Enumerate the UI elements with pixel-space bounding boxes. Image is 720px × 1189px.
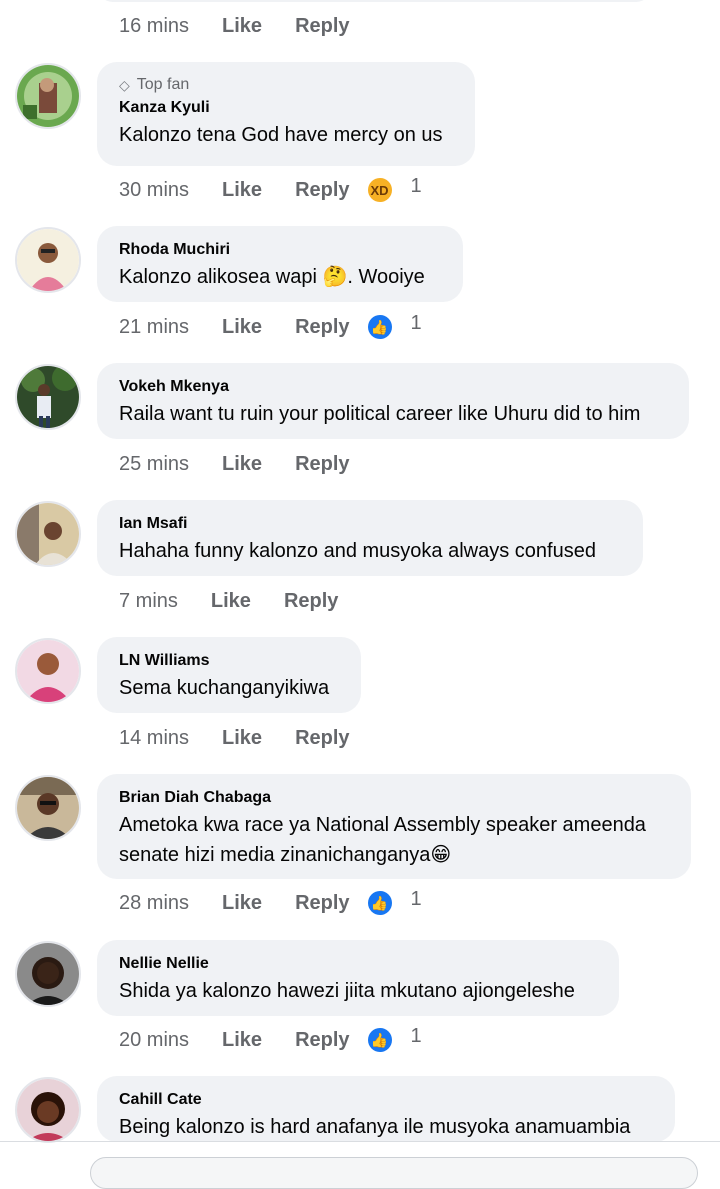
comment-actions: 28 mins Like Reply 👍 1: [119, 888, 422, 918]
comment-actions: 16 mins Like Reply: [119, 11, 350, 41]
reply-button[interactable]: Reply: [295, 179, 349, 202]
comment-actions: 7 mins Like Reply: [119, 586, 338, 616]
comment-actions: 14 mins Like Reply: [119, 723, 350, 753]
reaction-summary[interactable]: 👍 1: [367, 1024, 422, 1052]
avatar[interactable]: [15, 941, 81, 1007]
comment-bubble: Rhoda Muchiri Kalonzo alikosea wapi 🤔. W…: [97, 226, 463, 302]
like-button[interactable]: Like: [222, 892, 262, 915]
like-button[interactable]: Like: [222, 1029, 262, 1052]
reaction-count: 1: [410, 174, 422, 197]
avatar[interactable]: [15, 63, 81, 129]
comment-text-line: Ametoka kwa race ya National Assembly sp…: [119, 814, 646, 836]
avatar[interactable]: [15, 501, 81, 567]
reply-button[interactable]: Reply: [295, 453, 349, 476]
commenter-name[interactable]: Rhoda Muchiri: [119, 240, 441, 260]
like-button[interactable]: Like: [222, 179, 262, 202]
comment-time: 21 mins: [119, 315, 190, 338]
comment-actions: 30 mins Like Reply XD 1: [119, 175, 422, 205]
comment-bubble-cutoff: [97, 0, 652, 2]
avatar[interactable]: [15, 1077, 81, 1143]
reaction-count: 1: [410, 1024, 422, 1047]
comment-time: 25 mins: [119, 452, 190, 475]
reaction-summary[interactable]: XD 1: [367, 174, 422, 202]
comment-text: Shida ya kalonzo hawezi jiita mkutano aj…: [119, 980, 575, 1002]
like-reaction-icon: 👍: [367, 1028, 392, 1052]
reaction-count: 1: [410, 887, 422, 910]
like-button[interactable]: Like: [222, 15, 262, 38]
comment-time: 30 mins: [119, 178, 190, 201]
commenter-name[interactable]: Vokeh Mkenya: [119, 377, 667, 397]
like-reaction-icon: 👍: [367, 891, 392, 915]
comment-text: Being kalonzo is hard anafanya ile musyo…: [119, 1116, 631, 1138]
reaction-count: 1: [410, 311, 422, 334]
avatar[interactable]: [15, 364, 81, 430]
comment-time: 16 mins: [119, 14, 190, 37]
like-button[interactable]: Like: [211, 590, 251, 613]
top-fan-badge: ◇ Top fan: [119, 76, 190, 93]
reply-button[interactable]: Reply: [284, 590, 338, 613]
like-button[interactable]: Like: [222, 453, 262, 476]
like-button[interactable]: Like: [222, 316, 262, 339]
comment-time: 28 mins: [119, 891, 190, 914]
comment-text: Kalonzo tena God have mercy on us: [119, 124, 443, 146]
comment-bubble: LN Williams Sema kuchanganyikiwa: [97, 637, 361, 713]
commenter-name[interactable]: LN Williams: [119, 651, 339, 671]
commenter-name[interactable]: Cahill Cate: [119, 1090, 653, 1110]
comment-text: Hahaha funny kalonzo and musyoka always …: [119, 540, 596, 562]
reply-button[interactable]: Reply: [295, 892, 349, 915]
comment-bubble: Ian Msafi Hahaha funny kalonzo and musyo…: [97, 500, 643, 576]
diamond-icon: ◇: [119, 76, 130, 93]
reply-button[interactable]: Reply: [295, 727, 349, 750]
reply-button[interactable]: Reply: [295, 15, 349, 38]
avatar[interactable]: [15, 775, 81, 841]
comment-time: 20 mins: [119, 1028, 190, 1051]
comment-bubble: Cahill Cate Being kalonzo is hard anafan…: [97, 1076, 675, 1142]
comment-text: Ametoka kwa race ya National Assembly sp…: [119, 810, 669, 870]
comment-actions: 25 mins Like Reply: [119, 449, 350, 479]
comment-text: Sema kuchanganyikiwa: [119, 677, 330, 699]
avatar[interactable]: [15, 638, 81, 704]
reaction-summary[interactable]: 👍 1: [367, 311, 422, 339]
comment-text-line: senate hizi media zinanichanganya😁: [119, 844, 452, 866]
commenter-name[interactable]: Nellie Nellie: [119, 954, 597, 974]
reaction-summary[interactable]: 👍 1: [367, 887, 422, 915]
commenter-name[interactable]: Ian Msafi: [119, 514, 621, 534]
comment-bubble: Nellie Nellie Shida ya kalonzo hawezi ji…: [97, 940, 619, 1016]
laughing-emoji-icon: XD: [367, 178, 392, 202]
comment-text: Raila want tu ruin your political career…: [119, 403, 641, 425]
comment-bubble: Vokeh Mkenya Raila want tu ruin your pol…: [97, 363, 689, 439]
avatar[interactable]: [15, 227, 81, 293]
comment-time: 14 mins: [119, 726, 190, 749]
comment-text: Kalonzo alikosea wapi 🤔. Wooiye: [119, 266, 425, 288]
reply-button[interactable]: Reply: [295, 1029, 349, 1052]
commenter-name[interactable]: Brian Diah Chabaga: [119, 788, 669, 808]
like-reaction-icon: 👍: [367, 315, 392, 339]
reply-button[interactable]: Reply: [295, 316, 349, 339]
comment-time: 7 mins: [119, 589, 178, 612]
commenter-name[interactable]: Kanza Kyuli: [119, 98, 453, 118]
comment-input[interactable]: [90, 1157, 698, 1189]
composer-divider: [0, 1141, 720, 1142]
comment-bubble: Brian Diah Chabaga Ametoka kwa race ya N…: [97, 774, 691, 879]
like-button[interactable]: Like: [222, 727, 262, 750]
comment-actions: 20 mins Like Reply 👍 1: [119, 1025, 422, 1055]
comment-bubble: ◇ Top fan Kanza Kyuli Kalonzo tena God ha…: [97, 62, 475, 166]
comment-actions: 21 mins Like Reply 👍 1: [119, 312, 422, 342]
